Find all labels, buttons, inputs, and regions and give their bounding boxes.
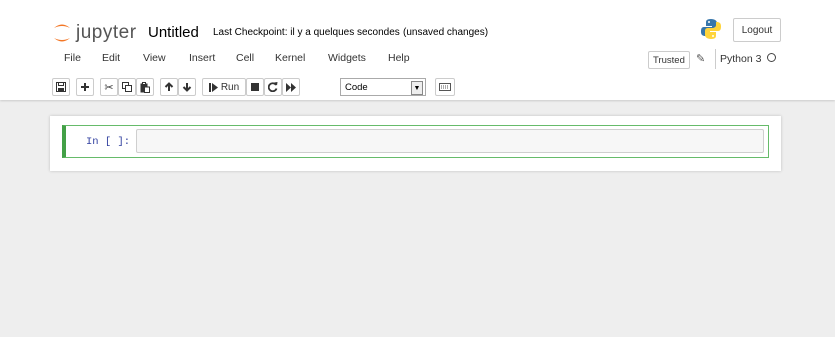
menu-insert[interactable]: Insert xyxy=(189,52,215,64)
fast-forward-icon xyxy=(286,82,296,92)
menu-help[interactable]: Help xyxy=(388,52,410,64)
divider xyxy=(715,49,716,69)
run-icon xyxy=(208,82,218,92)
move-up-button[interactable] xyxy=(160,78,178,96)
kernel-name: Python 3 xyxy=(720,53,762,65)
restart-icon xyxy=(268,82,278,92)
menu-view[interactable]: View xyxy=(143,52,166,64)
notebook-container: In [ ]: xyxy=(50,116,781,171)
menu-kernel[interactable]: Kernel xyxy=(275,52,305,64)
arrow-up-icon xyxy=(164,82,174,91)
chevron-down-icon: ▼ xyxy=(411,81,423,95)
paste-icon xyxy=(140,81,150,93)
menu-widgets[interactable]: Widgets xyxy=(328,52,366,64)
keyboard-icon xyxy=(439,83,451,91)
checkpoint-status: Last Checkpoint: il y a quelques seconde… xyxy=(213,27,400,38)
insert-cell-button[interactable] xyxy=(76,78,94,96)
save-icon xyxy=(56,82,66,92)
cell-type-select[interactable]: Code ▼ xyxy=(340,78,426,96)
restart-run-all-button[interactable] xyxy=(282,78,300,96)
jupyter-logo[interactable]: jupyter xyxy=(52,20,137,46)
logout-button[interactable]: Logout xyxy=(733,18,781,42)
trusted-indicator[interactable]: Trusted xyxy=(648,51,690,69)
notebook-title[interactable]: Untitled xyxy=(148,24,199,41)
menu-edit[interactable]: Edit xyxy=(102,52,120,64)
menu-cell[interactable]: Cell xyxy=(236,52,254,64)
run-button[interactable]: Run xyxy=(202,78,246,96)
copy-icon xyxy=(122,82,132,92)
plus-icon xyxy=(81,83,89,91)
save-button[interactable] xyxy=(52,78,70,96)
input-prompt: In [ ]: xyxy=(86,136,131,148)
interrupt-button[interactable] xyxy=(246,78,264,96)
copy-button[interactable] xyxy=(118,78,136,96)
cell-type-value: Code xyxy=(345,81,368,93)
header: jupyter Untitled Last Checkpoint: il y a… xyxy=(0,0,835,100)
command-palette-button[interactable] xyxy=(435,78,455,96)
cut-icon: ✂ xyxy=(104,81,114,94)
restart-button[interactable] xyxy=(264,78,282,96)
move-down-button[interactable] xyxy=(178,78,196,96)
menu-file[interactable]: File xyxy=(64,52,81,64)
pencil-icon[interactable]: ✎ xyxy=(696,52,705,65)
jupyter-logo-icon xyxy=(54,24,70,42)
run-label: Run xyxy=(220,81,240,93)
logo-text: jupyter xyxy=(76,22,137,43)
cut-button[interactable]: ✂ xyxy=(100,78,118,96)
python-logo-icon xyxy=(701,19,721,39)
code-cell[interactable]: In [ ]: xyxy=(62,125,769,158)
stop-icon xyxy=(251,83,259,91)
code-input[interactable] xyxy=(136,129,764,153)
kernel-status-icon xyxy=(767,53,776,62)
paste-button[interactable] xyxy=(136,78,154,96)
arrow-down-icon xyxy=(182,83,192,92)
unsaved-changes: (unsaved changes) xyxy=(403,27,489,38)
